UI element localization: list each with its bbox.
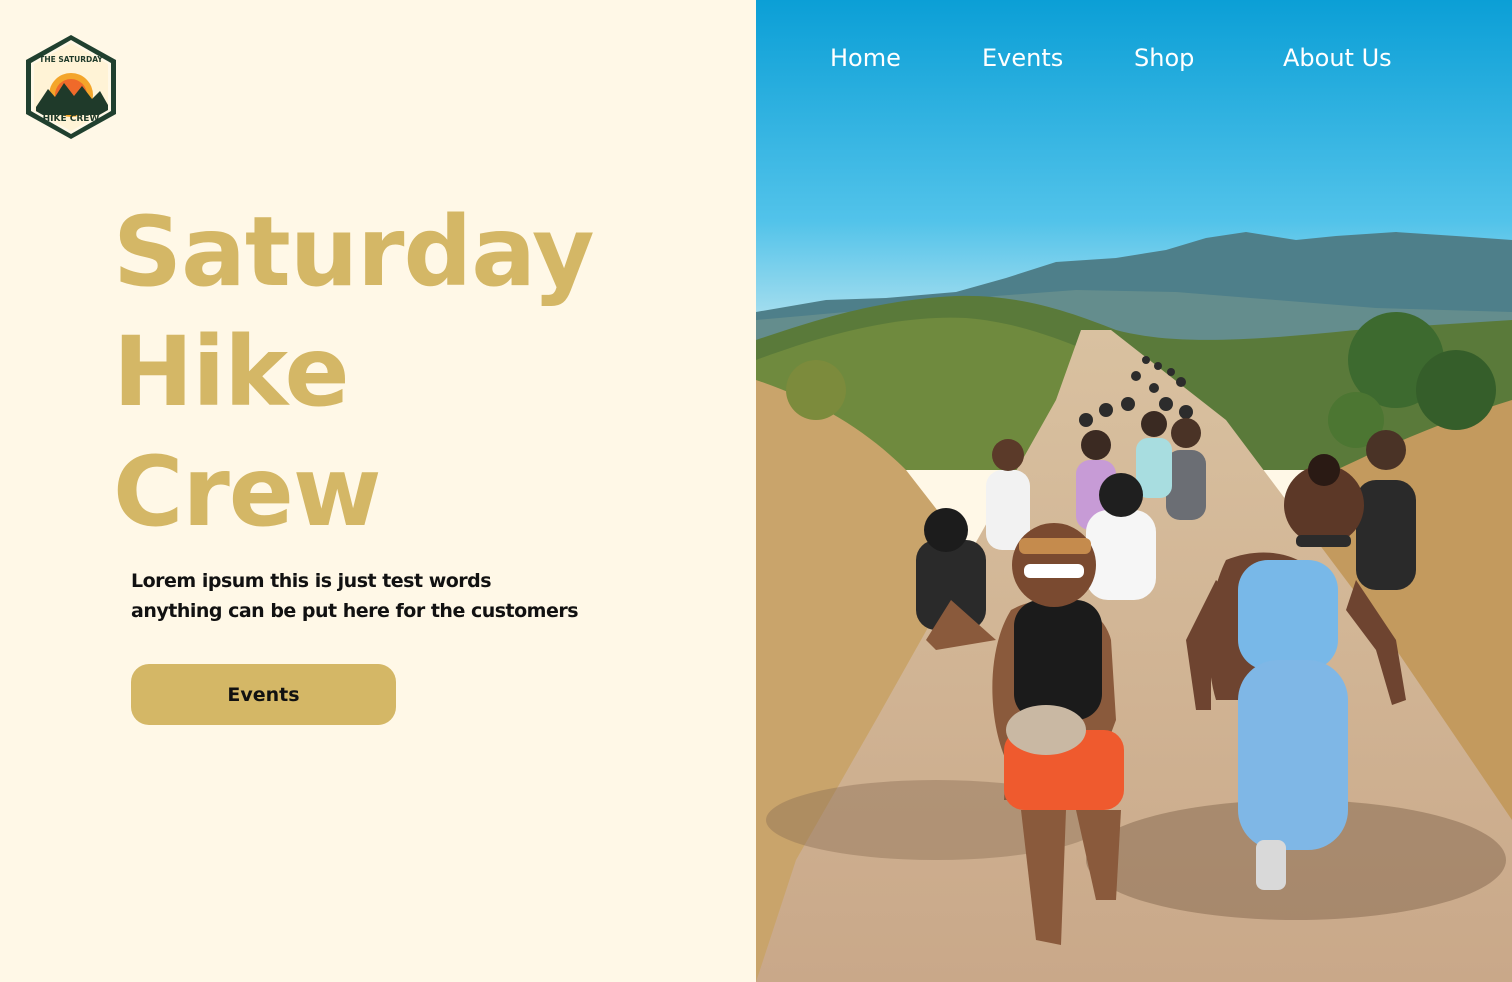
nav-about-us[interactable]: About Us bbox=[1283, 40, 1392, 76]
nav-shop[interactable]: Shop bbox=[1134, 40, 1194, 76]
brand-logo[interactable]: THE SATURDAY HIKE CREW bbox=[22, 33, 120, 141]
top-nav: Home Events Shop About Us bbox=[756, 40, 1512, 80]
svg-text:THE SATURDAY: THE SATURDAY bbox=[39, 55, 103, 64]
hero-title-line-1: Saturday bbox=[113, 196, 595, 308]
nav-events[interactable]: Events bbox=[982, 40, 1063, 76]
hero-photo-panel: Home Events Shop About Us bbox=[756, 0, 1512, 982]
hero-left-panel: THE SATURDAY HIKE CREW Saturday Hike Cre… bbox=[0, 0, 756, 982]
nav-home[interactable]: Home bbox=[830, 40, 901, 76]
hiking-group-photo bbox=[756, 0, 1512, 982]
hero-tagline-line-1: Lorem ipsum this is just test words bbox=[131, 570, 492, 592]
hero-title: Saturday Hike Crew bbox=[113, 192, 595, 552]
events-cta-button[interactable]: Events bbox=[131, 664, 396, 725]
hero-title-line-3: Crew bbox=[113, 436, 382, 548]
hero-title-line-2: Hike bbox=[113, 316, 350, 428]
hero-tagline-line-2: anything can be put here for the custome… bbox=[131, 600, 579, 622]
svg-text:HIKE CREW: HIKE CREW bbox=[43, 114, 100, 124]
hero-tagline: Lorem ipsum this is just test words anyt… bbox=[131, 566, 601, 626]
